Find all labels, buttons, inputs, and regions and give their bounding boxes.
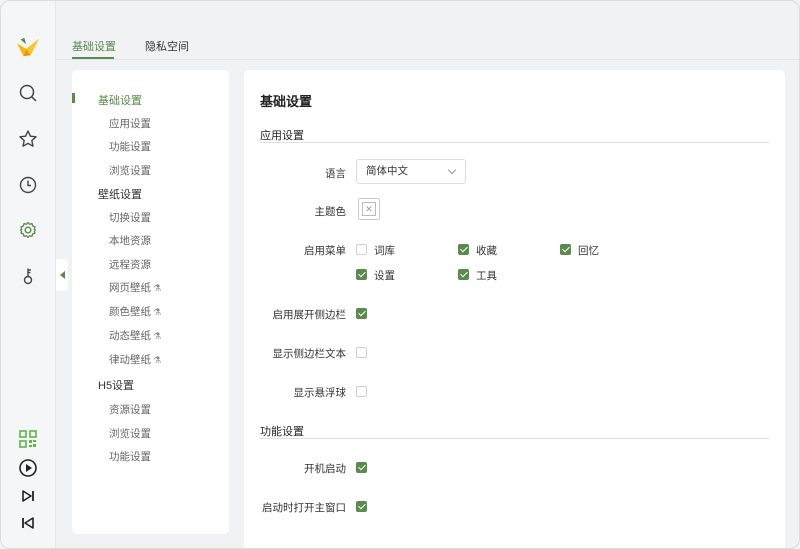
- expand-sidebar-label: 启用展开侧边栏: [272, 309, 347, 321]
- menu-item-web-wallpaper[interactable]: 网页壁纸 ⚗: [109, 280, 161, 295]
- section-divider: [260, 142, 769, 143]
- section-divider: [260, 438, 769, 439]
- menu-option-favorites-label: 收藏: [476, 245, 497, 257]
- flask-icon: ⚗: [153, 355, 162, 365]
- empty-color-icon: ✕: [362, 202, 376, 216]
- tab-basic-settings[interactable]: 基础设置: [72, 38, 116, 54]
- language-select[interactable]: 简体中文: [356, 159, 466, 184]
- menu-item-local-resources[interactable]: 本地资源: [109, 233, 151, 248]
- menu-item-switch-settings[interactable]: 切换设置: [109, 210, 151, 225]
- logo-icon: [16, 35, 40, 59]
- page-title: 基础设置: [260, 94, 313, 109]
- chevron-down-icon: [447, 165, 457, 175]
- menu-option-settings-checkbox[interactable]: [356, 269, 367, 280]
- skip-next-icon[interactable]: [16, 484, 40, 508]
- collapse-sidebar-handle[interactable]: [56, 259, 68, 291]
- theme-color-label: 主题色: [314, 206, 347, 218]
- menu-item-browse-settings[interactable]: 浏览设置: [109, 163, 151, 178]
- menu-item-rhythm-wallpaper[interactable]: 律动壁纸 ⚗: [109, 352, 161, 367]
- autostart-checkbox[interactable]: [356, 462, 367, 473]
- tab-privacy-space[interactable]: 隐私空间: [145, 38, 189, 54]
- menu-item-function-settings[interactable]: 功能设置: [109, 139, 151, 154]
- show-float-ball-label: 显示悬浮球: [293, 387, 347, 399]
- menu-option-ciku-label: 词库: [374, 245, 395, 257]
- search-icon[interactable]: [16, 81, 40, 105]
- show-sidebar-text-label: 显示侧边栏文本: [272, 348, 347, 360]
- autostart-label: 开机启动: [304, 463, 346, 475]
- tabs-divider: [56, 59, 799, 60]
- show-float-ball-checkbox[interactable]: [356, 386, 367, 397]
- menu-option-memories-label: 回忆: [578, 245, 599, 257]
- star-icon[interactable]: [16, 127, 40, 151]
- menu-item-label: 网页壁纸: [109, 282, 151, 294]
- menu-active-indicator: [72, 93, 75, 103]
- menu-item-remote-resources[interactable]: 远程资源: [109, 257, 151, 272]
- clock-icon[interactable]: [16, 173, 40, 197]
- section-title-function: 功能设置: [260, 426, 304, 438]
- menu-item-app-settings[interactable]: 应用设置: [109, 116, 151, 131]
- menu-option-tools-checkbox[interactable]: [458, 269, 469, 280]
- menu-item-h5-browse-settings[interactable]: 浏览设置: [109, 426, 151, 441]
- section-title-app: 应用设置: [260, 130, 304, 142]
- menu-item-resource-settings[interactable]: 资源设置: [109, 402, 151, 417]
- menu-item-label: 颜色壁纸: [109, 306, 151, 318]
- menu-option-ciku-checkbox[interactable]: [356, 244, 367, 255]
- settings-content: 基础设置 应用设置 语言 简体中文 主题色 ✕ 启用菜单 词库 收藏 回忆 设置…: [244, 70, 785, 548]
- menu-item-label: 动态壁纸: [109, 330, 151, 342]
- open-main-window-checkbox[interactable]: [356, 501, 367, 512]
- show-sidebar-text-checkbox[interactable]: [356, 347, 367, 358]
- menu-option-tools-label: 工具: [476, 270, 497, 282]
- qrcode-icon[interactable]: [16, 427, 40, 451]
- skip-prev-icon[interactable]: [16, 511, 40, 535]
- theme-color-picker[interactable]: ✕: [358, 198, 380, 220]
- menu-group-basic[interactable]: 基础设置: [98, 92, 142, 108]
- menu-item-label: 律动壁纸: [109, 354, 151, 366]
- open-main-window-label: 启动时打开主窗口: [262, 502, 346, 514]
- menu-option-memories-checkbox[interactable]: [560, 244, 571, 255]
- enable-menu-label: 启用菜单: [304, 245, 346, 257]
- menu-group-wallpaper[interactable]: 壁纸设置: [98, 186, 142, 202]
- app-window: 基础设置 隐私空间 基础设置 应用设置 功能设置 浏览设置 壁纸设置 切换设置 …: [0, 0, 800, 549]
- sidebar: [1, 1, 56, 548]
- gear-icon[interactable]: [16, 218, 40, 242]
- flask-icon: ⚗: [153, 331, 162, 341]
- flask-icon: ⚗: [153, 307, 162, 317]
- language-value: 简体中文: [366, 165, 408, 177]
- language-label: 语言: [325, 168, 346, 180]
- flask-icon: ⚗: [153, 283, 162, 293]
- menu-item-color-wallpaper[interactable]: 颜色壁纸 ⚗: [109, 304, 161, 319]
- settings-menu: 基础设置 应用设置 功能设置 浏览设置 壁纸设置 切换设置 本地资源 远程资源 …: [72, 70, 229, 534]
- menu-option-settings-label: 设置: [374, 270, 395, 282]
- menu-item-h5-function-settings[interactable]: 功能设置: [109, 449, 151, 464]
- play-icon[interactable]: [16, 456, 40, 480]
- expand-sidebar-checkbox[interactable]: [356, 308, 367, 319]
- menu-group-h5[interactable]: H5设置: [98, 377, 134, 393]
- menu-item-dynamic-wallpaper[interactable]: 动态壁纸 ⚗: [109, 328, 161, 343]
- menu-option-favorites-checkbox[interactable]: [458, 244, 469, 255]
- key-icon[interactable]: [16, 264, 40, 288]
